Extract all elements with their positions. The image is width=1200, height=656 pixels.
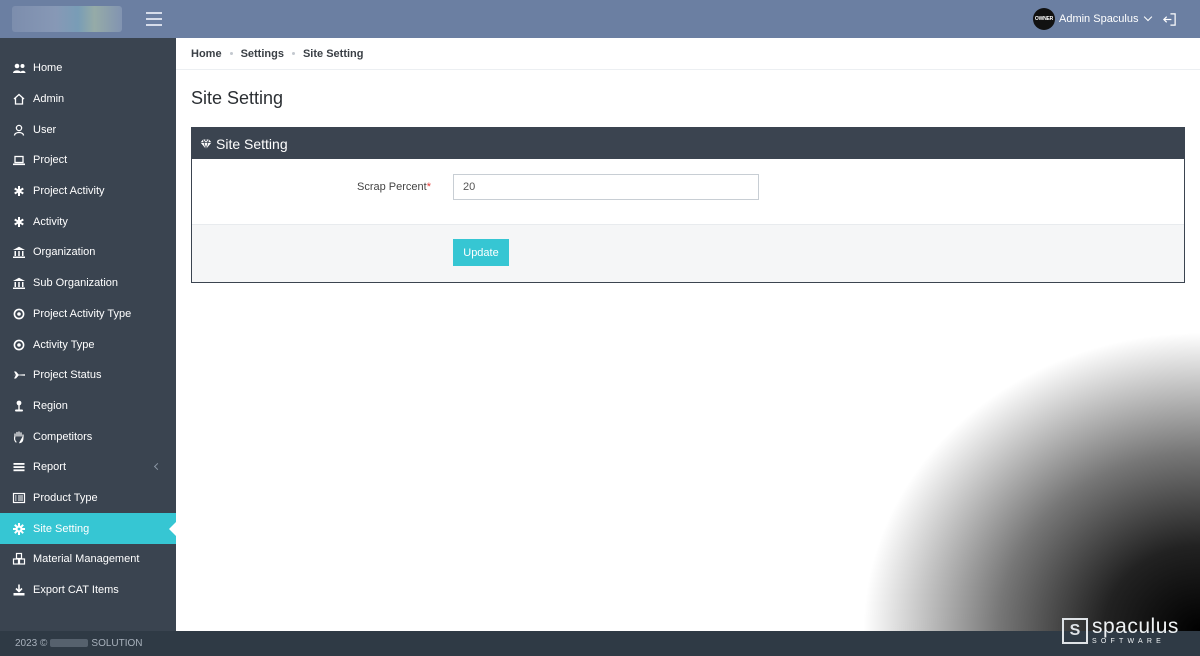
panel-title: Site Setting (216, 135, 288, 152)
panel-header: Site Setting (192, 128, 1184, 159)
footer: 2023 © SOLUTION (0, 631, 1200, 656)
breadcrumb: Home Settings Site Setting (176, 38, 1200, 70)
spaculus-watermark: S spaculus SOFTWARE (1062, 616, 1179, 645)
footer-copyright: 2023 © (15, 638, 48, 649)
watermark-brand: spaculus (1092, 615, 1179, 638)
download-icon (13, 584, 25, 596)
target-icon (13, 308, 25, 320)
sidebar-item-label: Report (33, 461, 67, 474)
sidebar-nav: Home Admin User Project Project Activity Acti… (0, 38, 177, 606)
users-icon (13, 64, 26, 74)
laptop-icon (13, 156, 25, 166)
update-button[interactable]: Update (453, 239, 509, 266)
sidebar-item-competitors[interactable]: Competitors (0, 421, 176, 452)
sidebar-item-home[interactable]: Home (0, 53, 176, 84)
target-icon (13, 339, 25, 350)
list-icon (13, 463, 25, 472)
user-menu[interactable]: OWNER Admin Spaculus (1033, 8, 1152, 30)
sidebar-item-label: Admin (33, 93, 65, 106)
sidebar-item-label: Activity Type (33, 338, 95, 351)
sidebar-item-material-management[interactable]: Material Management (0, 544, 176, 575)
sidebar-item-organization[interactable]: Organization (0, 237, 176, 268)
sidebar-item-label: Organization (33, 246, 96, 259)
plane-icon (13, 371, 25, 379)
sidebar-item-region[interactable]: Region (0, 391, 176, 422)
breadcrumb-settings[interactable]: Settings (241, 48, 284, 60)
breadcrumb-home[interactable]: Home (191, 48, 222, 60)
sidebar-item-sub-organization[interactable]: Sub Organization (0, 268, 176, 299)
sidebar-item-label: Activity (33, 215, 68, 228)
field-label-text: Scrap Percent (357, 181, 427, 193)
asterisk-icon (14, 216, 24, 227)
sidebar-item-label: Region (33, 399, 68, 412)
sidebar-item-label: Competitors (33, 430, 93, 443)
sidebar-item-project-activity[interactable]: Project Activity (0, 176, 176, 207)
scrap-percent-label: Scrap Percent* (357, 181, 431, 193)
sidebar-item-label: Project Activity Type (33, 307, 132, 320)
chevron-left-icon (153, 462, 162, 470)
diamond-icon (200, 138, 212, 150)
sidebar-item-report[interactable]: Report (0, 452, 176, 483)
main-content: Home Settings Site Setting Site Setting … (176, 38, 1200, 631)
list-alt-icon (12, 492, 26, 504)
asterisk-icon (14, 186, 24, 197)
form-actions: Update (192, 225, 1184, 282)
sidebar-item-activity[interactable]: Activity (0, 206, 176, 237)
sidebar-item-label: Export CAT Items (33, 584, 119, 597)
watermark-sub: SOFTWARE (1092, 638, 1166, 645)
sidebar-item-label: Home (33, 62, 63, 75)
spaculus-logo-icon: S (1062, 617, 1088, 644)
sidebar-item-project[interactable]: Project (0, 145, 176, 176)
sidebar-item-export-cat-items[interactable]: Export CAT Items (0, 575, 176, 606)
form-row: Scrap Percent* (192, 159, 1184, 225)
menu-toggle-icon[interactable] (146, 12, 162, 26)
avatar: OWNER (1033, 8, 1055, 30)
sidebar-item-user[interactable]: User (0, 114, 176, 145)
sidebar-item-label: Product Type (33, 491, 98, 504)
cubes-icon (12, 553, 26, 565)
home-icon (13, 93, 25, 105)
sidebar-item-project-activity-type[interactable]: Project Activity Type (0, 299, 176, 330)
sidebar-item-label: Project Status (33, 369, 102, 382)
sidebar-item-activity-type[interactable]: Activity Type (0, 329, 176, 360)
bank-icon (13, 277, 25, 290)
sidebar-item-label: User (33, 123, 57, 136)
sidebar-item-project-status[interactable]: Project Status (0, 360, 176, 391)
sidebar-item-admin[interactable]: Admin (0, 84, 176, 115)
sidebar-item-label: Sub Organization (33, 277, 118, 290)
bank-icon (13, 247, 25, 259)
sidebar-item-site-setting[interactable]: Site Setting (0, 513, 177, 544)
brand-logo[interactable] (12, 6, 122, 32)
top-navbar: OWNER Admin Spaculus (0, 0, 1200, 38)
gear-icon (13, 522, 25, 535)
required-mark: * (426, 181, 431, 193)
sidebar: Home Admin User Project Project Activity Acti… (0, 38, 177, 656)
breadcrumb-current: Site Setting (302, 47, 364, 60)
scrap-percent-input[interactable] (453, 174, 759, 200)
breadcrumb-separator-icon (291, 52, 295, 55)
sidebar-item-product-type[interactable]: Product Type (0, 483, 176, 514)
pin-icon (15, 400, 23, 412)
sidebar-item-label: Project Activity (33, 185, 105, 198)
logout-icon[interactable] (1162, 12, 1177, 27)
sidebar-item-label: Material Management (33, 553, 140, 566)
user-name: Admin Spaculus (1059, 13, 1139, 25)
page-title: Site Setting (191, 88, 284, 108)
footer-company: SOLUTION (91, 638, 143, 649)
sidebar-item-label: Site Setting (33, 522, 90, 535)
sidebar-item-label: Project (33, 154, 68, 167)
hand-icon (13, 430, 24, 443)
breadcrumb-separator-icon (229, 52, 233, 55)
redacted-text (50, 639, 89, 648)
user-icon (13, 124, 25, 136)
chevron-down-icon (1143, 12, 1152, 22)
site-setting-panel: Site Setting Scrap Percent* Update (191, 127, 1185, 283)
